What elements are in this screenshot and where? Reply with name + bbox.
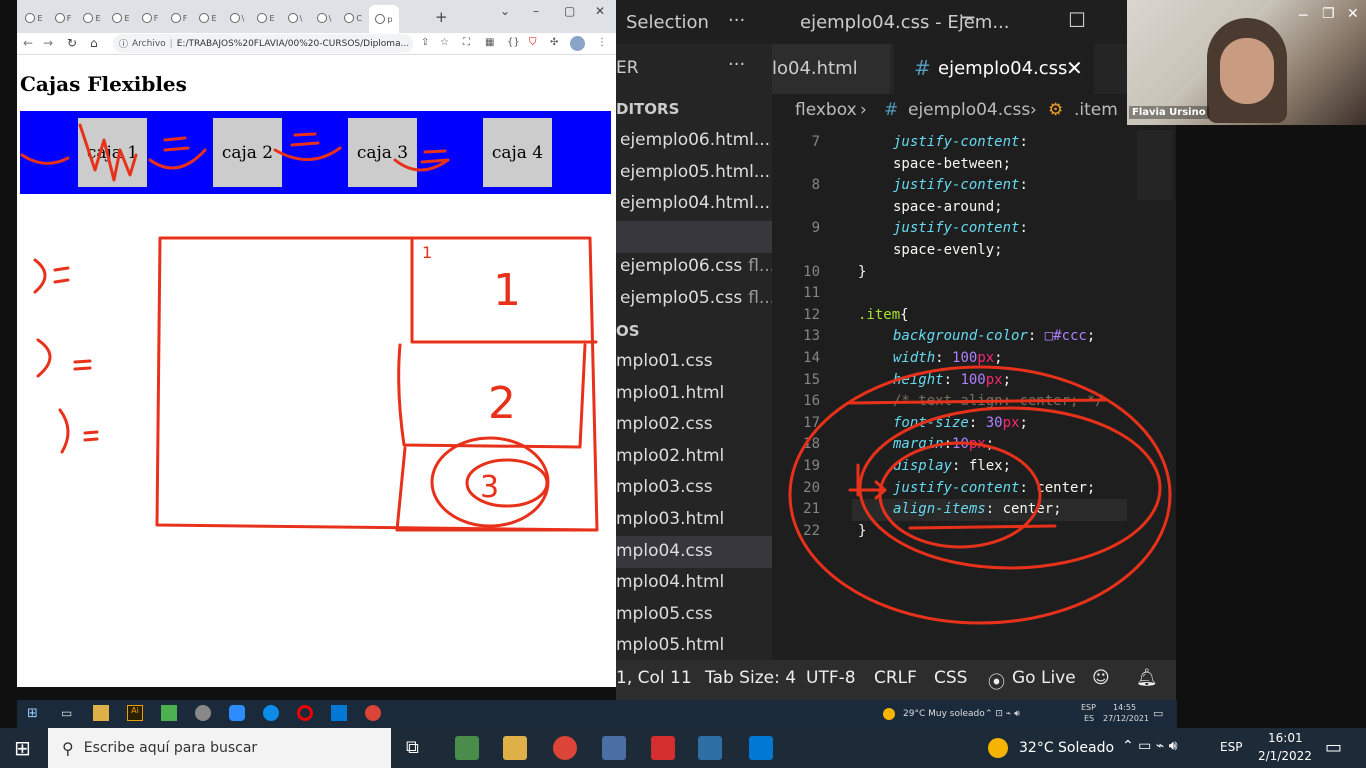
windows-taskbar: ⊞ ⚲ Escribe aquí para buscar ⧉ 32°C Sole… (0, 728, 1366, 768)
chrome-icon[interactable] (553, 736, 577, 760)
drawing-label-1: 1 (493, 265, 521, 316)
recorded-lang-bottom[interactable]: ES (1084, 714, 1094, 723)
illustrator-icon[interactable]: Ai (127, 705, 143, 721)
taskbar-time[interactable]: 16:01 (1268, 731, 1303, 745)
drawing-code-circle-large (788, 365, 1172, 625)
recorded-lang-top[interactable]: ESP (1081, 703, 1096, 712)
drawing-label-corner: 1 (422, 243, 432, 262)
task-view-icon[interactable]: ▭ (61, 706, 72, 720)
vscode-icon[interactable] (749, 736, 773, 760)
drawing-equal-2 (273, 132, 342, 161)
tray-icons[interactable]: ⌃ ▭ ⌁ 🔊︎ (1122, 738, 1178, 754)
acrobat-icon[interactable] (651, 736, 675, 760)
edge-icon[interactable] (263, 705, 279, 721)
notepad-icon[interactable] (161, 705, 177, 721)
tray-icons[interactable]: ⌃ ⊡ ⌁ 🔊︎ (985, 709, 1020, 719)
drawing-circle-tiny (465, 458, 549, 508)
drawing-scribble-box1 (78, 123, 138, 182)
opera-icon[interactable] (297, 705, 313, 721)
restore-icon[interactable]: ❐ (1322, 6, 1335, 22)
notification-icon[interactable]: ▭ (1153, 707, 1163, 720)
sun-icon (988, 738, 1008, 758)
minimize-icon[interactable]: ─ (1299, 8, 1307, 24)
zoom-icon[interactable] (229, 705, 245, 721)
participant-face (1220, 38, 1274, 104)
vscode-icon[interactable] (331, 705, 347, 721)
drawing-arrow-4 (848, 463, 887, 500)
taskbar-date[interactable]: 2/1/2022 (1258, 749, 1312, 763)
recorded-taskbar: ⊞ ▭ Ai 29°C Muy soleado ⌃ ⊡ ⌁ 🔊︎ ESP ES … (17, 700, 1177, 728)
drawing-code-circle-small (878, 441, 1042, 549)
drawing-underline (908, 524, 1057, 530)
drawing-equal-1 (148, 136, 207, 170)
drawing-label-2: 2 (488, 378, 516, 429)
taskbar-lang[interactable]: ESP (1220, 740, 1242, 754)
calculator-icon[interactable] (455, 736, 479, 760)
paint-icon[interactable] (195, 705, 211, 721)
webcam-feed: Flavia Ursino ─ ❐ ✕ (1127, 0, 1366, 125)
file-explorer-icon[interactable] (93, 705, 109, 721)
drawing-bracket-2 (36, 338, 92, 378)
drawing-strike-16 (848, 398, 1107, 405)
chrome-icon[interactable] (365, 705, 381, 721)
close-icon[interactable]: ✕ (1347, 6, 1359, 22)
drawing-code-circle-mid (858, 406, 1162, 570)
recorded-weather[interactable]: 29°C Muy soleado (903, 709, 985, 719)
network-app-icon[interactable] (602, 736, 626, 760)
file-explorer-icon[interactable] (503, 736, 527, 760)
sun-icon (883, 708, 895, 720)
notification-icon[interactable]: ▭ (1325, 737, 1342, 758)
drawing-bracket-3 (58, 408, 99, 454)
search-placeholder: Escribe aquí para buscar (83, 740, 258, 756)
windows-start-icon[interactable]: ⊞ (14, 736, 31, 760)
task-view-icon[interactable]: ⧉ (406, 737, 419, 758)
drawing-equal-3 (393, 149, 450, 172)
screen: + ⌄ – ▢ ✕ ← → ↻ ⌂ ⓘ Archivo | E:/TRABAJO… (0, 0, 1366, 768)
media-app-icon[interactable] (698, 736, 722, 760)
participant-name: Flavia Ursino (1129, 106, 1209, 119)
windows-start-icon[interactable]: ⊞ (27, 706, 38, 721)
search-box[interactable]: ⚲ Escribe aquí para buscar (48, 728, 391, 768)
taskbar-weather[interactable]: 32°C Soleado (1019, 740, 1114, 756)
recorded-date[interactable]: 27/12/2021 (1103, 714, 1149, 723)
recorded-time[interactable]: 14:55 (1113, 703, 1136, 712)
drawing-bracket-1 (33, 258, 70, 294)
search-icon: ⚲ (62, 738, 74, 758)
drawing-curve-1 (20, 153, 70, 165)
drawing-label-3: 3 (480, 470, 499, 505)
drawing-big-box (155, 236, 599, 532)
